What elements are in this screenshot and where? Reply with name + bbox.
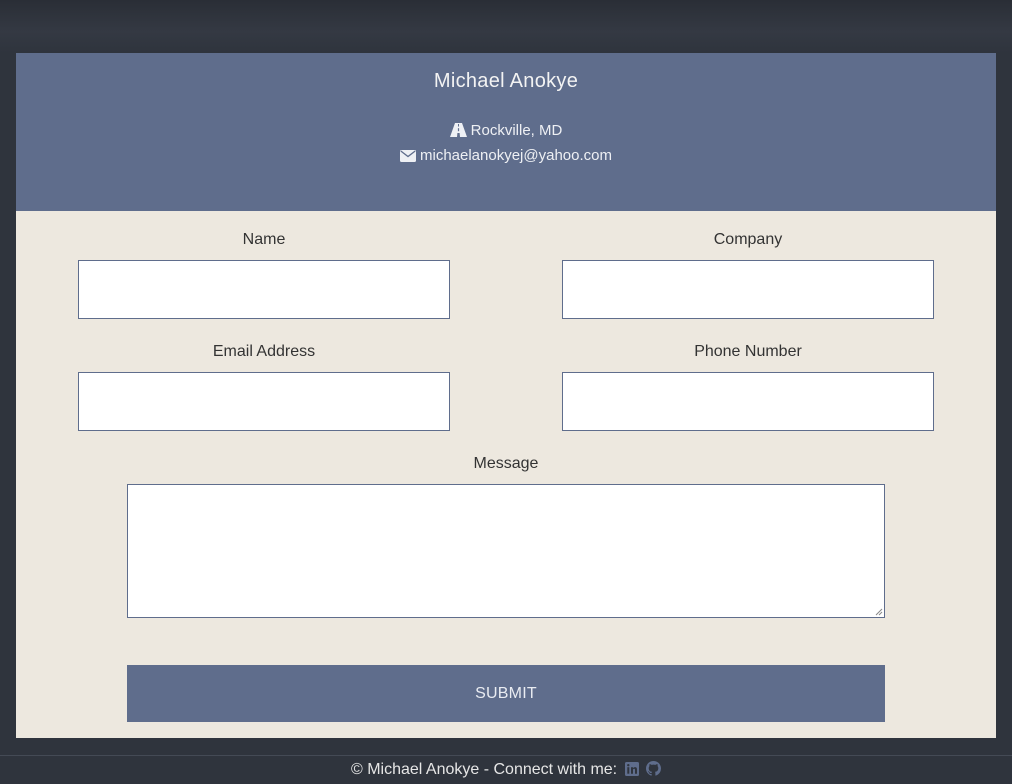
message-label: Message <box>473 455 539 472</box>
top-band <box>0 0 1012 53</box>
location-text: Rockville, MD <box>470 122 563 139</box>
linkedin-icon[interactable] <box>624 762 639 776</box>
company-label: Company <box>713 231 783 248</box>
email-input[interactable] <box>78 372 450 431</box>
email-text[interactable]: michaelanokyej@yahoo.com <box>420 147 612 164</box>
road-icon <box>449 123 467 137</box>
phone-label: Phone Number <box>694 343 802 360</box>
name-input[interactable] <box>78 260 450 319</box>
profile-name: Michael Anokye <box>433 70 579 92</box>
email-line: michaelanokyej@yahoo.com <box>16 147 996 164</box>
github-icon[interactable] <box>646 761 662 776</box>
email-label: Email Address <box>212 343 316 360</box>
message-textarea[interactable] <box>127 484 885 618</box>
resize-grip-icon[interactable] <box>875 608 883 616</box>
submit-button[interactable]: SUBMIT <box>127 665 885 722</box>
location-line: Rockville, MD <box>16 122 996 139</box>
company-input[interactable] <box>562 260 934 319</box>
profile-header: Michael Anokye Rockville, MD michaelanok… <box>16 53 996 211</box>
name-label: Name <box>242 231 286 248</box>
footer: © Michael Anokye - Connect with me: <box>0 761 1012 779</box>
phone-input[interactable] <box>562 372 934 431</box>
envelope-icon <box>400 150 416 162</box>
footer-text: © Michael Anokye - Connect with me: <box>350 761 618 778</box>
contact-card: Michael Anokye Rockville, MD michaelanok… <box>16 53 996 738</box>
